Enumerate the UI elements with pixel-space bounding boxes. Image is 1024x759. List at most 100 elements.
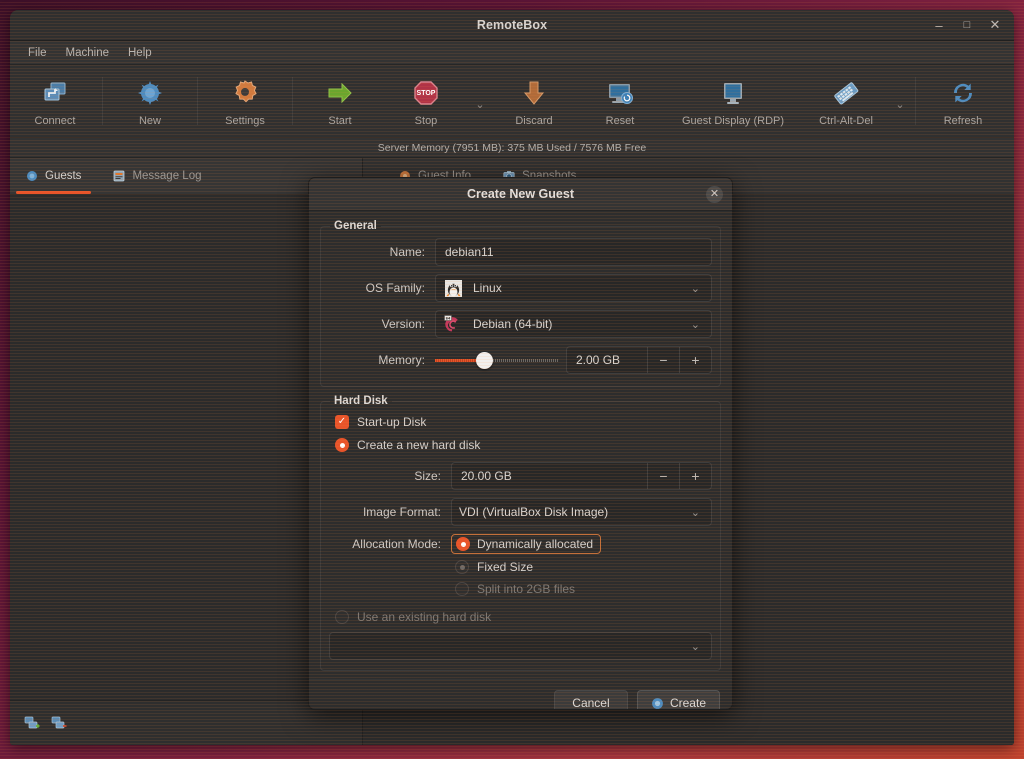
allocation-fixed-label: Fixed Size [477,560,533,574]
dialog-body: General Name: debian11 OS Family: [309,211,732,679]
allocation-fixed-option[interactable]: Fixed Size [455,560,712,574]
settings-gear-icon [230,76,260,110]
create-new-hard-disk-row[interactable]: Create a new hard disk [335,438,712,452]
create-button-label: Create [670,696,706,710]
network-connected-icon[interactable] [24,715,41,732]
general-group: General Name: debian11 OS Family: [320,220,721,387]
toolbar-separator [102,77,103,125]
allocation-split-radio [455,582,469,596]
general-group-legend: General [330,220,381,232]
toolbar-discard-button[interactable]: Discard [491,65,577,137]
image-format-select[interactable]: VDI (VirtualBox Disk Image) ⌄ [451,498,712,526]
toolbar-ctrl-alt-del-button[interactable]: Ctrl-Alt-Del [803,65,889,137]
hard-disk-group: Hard Disk ✓ Start-up Disk Create a new h… [320,395,721,671]
use-existing-hard-disk-radio[interactable] [335,610,349,624]
new-guest-icon [651,697,664,710]
version-row: Version: 64 Debian (64-bit) ⌄ [329,310,712,338]
tab-message-log[interactable]: Message Log [97,158,217,194]
version-label: Version: [329,317,435,331]
window-controls: – □ ✕ [926,10,1008,40]
dialog-close-icon[interactable]: ✕ [706,186,723,203]
existing-disk-select[interactable]: ⌄ [329,632,712,660]
toolbar-guest-display-button[interactable]: Guest Display (RDP) [663,65,803,137]
toolbar-connect-label: Connect [35,115,76,127]
os-family-select[interactable]: Linux ⌄ [435,274,712,302]
toolbar-start-button[interactable]: Start [297,65,383,137]
stop-dropdown-arrow-icon[interactable]: ⌄ [469,65,491,137]
tab-guests-label: Guests [45,170,81,182]
dialog-titlebar[interactable]: Create New Guest ✕ [309,178,732,211]
toolbar-discard-label: Discard [515,115,552,127]
svg-text:64: 64 [445,315,450,320]
use-existing-hard-disk-row[interactable]: Use an existing hard disk [335,610,712,624]
os-family-value: Linux [473,281,681,295]
toolbar-separator [197,77,198,125]
toolbar-connect-button[interactable]: Connect [12,65,98,137]
guest-display-monitor-icon [718,76,748,110]
toolbar-guest-display-label: Guest Display (RDP) [682,115,784,127]
toolbar-reset-label: Reset [606,115,635,127]
toolbar-reset-button[interactable]: Reset [577,65,663,137]
stop-sign-icon: STOP [411,76,441,110]
size-decrement-button[interactable]: − [647,463,679,489]
menu-file[interactable]: File [20,44,55,62]
startup-disk-label: Start-up Disk [357,415,426,429]
close-button[interactable]: ✕ [982,14,1008,36]
minimize-button[interactable]: – [926,14,952,36]
size-spinner[interactable]: 20.00 GB − + [451,462,712,490]
startup-disk-checkbox[interactable]: ✓ [335,415,349,429]
svg-text:STOP: STOP [417,90,436,97]
toolbar-stop-button[interactable]: STOP Stop [383,65,469,137]
cancel-button[interactable]: Cancel [554,690,628,711]
toolbar-separator [915,77,916,125]
tab-message-log-label: Message Log [132,170,201,182]
toolbar-settings-button[interactable]: Settings [202,65,288,137]
hard-disk-group-legend: Hard Disk [330,395,392,407]
memory-slider[interactable] [435,346,558,374]
memory-label: Memory: [329,353,435,367]
guests-icon [26,170,38,182]
connect-icon [40,76,70,110]
menu-help[interactable]: Help [120,44,160,62]
create-new-hard-disk-radio[interactable] [335,438,349,452]
allocation-dynamic-option[interactable]: Dynamically allocated [451,534,601,554]
size-label: Size: [329,469,451,483]
server-memory-bar: Server Memory (7951 MB): 375 MB Used / 7… [10,138,1014,158]
new-icon [135,76,165,110]
network-disconnected-icon[interactable] [51,715,68,732]
image-format-label: Image Format: [329,505,451,519]
memory-slider-fill [435,359,482,362]
window-title: RemoteBox [477,18,547,32]
size-increment-button[interactable]: + [679,463,711,489]
allocation-dynamic-label: Dynamically allocated [477,537,593,551]
toolbar-settings-label: Settings [225,115,265,127]
allocation-fixed-radio[interactable] [455,560,469,574]
create-new-hard-disk-label: Create a new hard disk [357,438,480,452]
create-button[interactable]: Create [637,690,720,711]
toolbar-separator [292,77,293,125]
dialog-title: Create New Guest [467,187,574,201]
startup-disk-row[interactable]: ✓ Start-up Disk [335,415,712,429]
memory-decrement-button[interactable]: − [647,347,679,373]
allocation-dynamic-radio[interactable] [456,537,470,551]
toolbar-new-button[interactable]: New [107,65,193,137]
server-memory-text: Server Memory (7951 MB): 375 MB Used / 7… [378,142,646,154]
chevron-down-icon: ⌄ [691,318,702,331]
dialog-footer: Cancel Create [309,679,732,710]
name-input[interactable]: debian11 [435,238,712,266]
memory-slider-handle[interactable] [476,352,493,369]
ctrl-alt-del-dropdown-arrow-icon[interactable]: ⌄ [889,65,911,137]
image-format-value: VDI (VirtualBox Disk Image) [459,505,681,519]
version-select[interactable]: 64 Debian (64-bit) ⌄ [435,310,712,338]
tab-guests[interactable]: Guests [10,158,97,194]
window-titlebar[interactable]: RemoteBox – □ ✕ [10,10,1014,41]
memory-increment-button[interactable]: + [679,347,711,373]
maximize-button[interactable]: □ [954,14,980,36]
chevron-down-icon: ⌄ [691,640,702,653]
refresh-icon [948,76,978,110]
menu-machine[interactable]: Machine [58,44,117,62]
menubar: File Machine Help [10,41,1014,65]
toolbar-refresh-button[interactable]: Refresh [920,65,1006,137]
memory-spinner[interactable]: 2.00 GB − + [566,346,712,374]
allocation-mode-label: Allocation Mode: [329,537,451,551]
